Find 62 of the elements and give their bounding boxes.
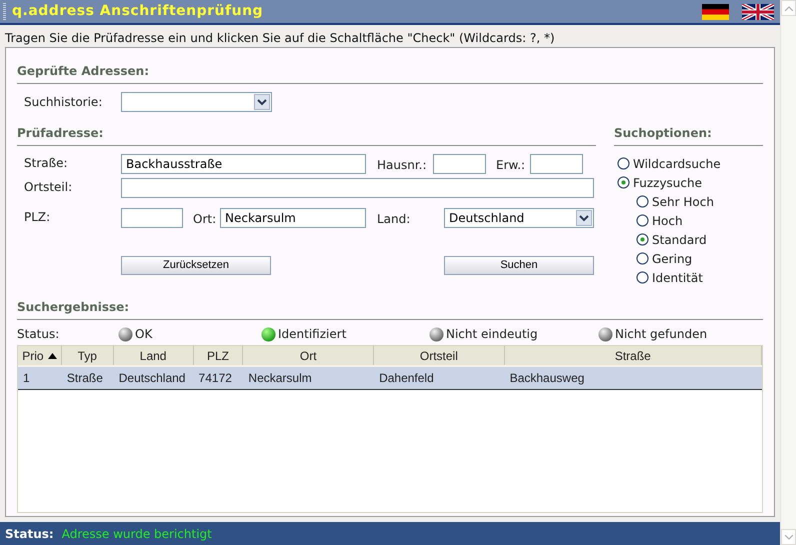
legend-label: Identifiziert: [278, 326, 346, 343]
field-label: PLZ:: [24, 209, 52, 226]
status-message: Adresse wurde berichtigt: [62, 526, 212, 542]
radio-label: Sehr Hoch: [652, 194, 714, 210]
field-label: Suchhistorie:: [24, 94, 104, 111]
column-header[interactable]: Ortsteil: [374, 346, 505, 365]
window-title: q.address Anschriftenprüfung: [12, 2, 264, 21]
postcode-field[interactable]: [121, 208, 183, 228]
column-header[interactable]: Straße: [504, 346, 762, 365]
table-row[interactable]: 1 Straße Deutschland 74172 Neckarsulm Dahenfeld Backhausweg: [18, 367, 762, 390]
instructions-text: Tragen Sie die Prüfadresse ein und klicken Sie auf die Schaltfläche "Check" (Wildcards: ?, *): [4, 30, 556, 47]
section-heading: Geprüfte Adressen:: [17, 64, 150, 78]
grip-icon: [3, 3, 6, 20]
street-field[interactable]: Backhausstraße: [121, 154, 366, 174]
field-label: Straße:: [24, 155, 69, 172]
column-header[interactable]: Typ: [62, 346, 114, 365]
german-flag-icon[interactable]: [702, 4, 729, 20]
action-button[interactable]: Zurücksetzen: [121, 256, 271, 275]
radio-button[interactable]: [636, 252, 649, 265]
district-field[interactable]: [121, 178, 594, 198]
extension-field[interactable]: [530, 154, 583, 174]
table-cell-text: 74172: [198, 370, 233, 387]
legend-label: Nicht eindeutig: [446, 326, 538, 343]
country-dropdown[interactable]: Deutschland: [444, 208, 594, 228]
radio-button[interactable]: [617, 176, 630, 189]
table-cell-text: Backhausweg: [508, 370, 586, 387]
table-cell-text: Neckarsulm: [247, 370, 313, 387]
radio-button[interactable]: [617, 157, 630, 170]
field-label: Ort:: [192, 211, 218, 228]
field-label: Ortsteil:: [24, 179, 74, 196]
city-field[interactable]: Neckarsulm: [220, 208, 366, 228]
legend-label: Nicht gefunden: [615, 326, 708, 343]
status-bar-label: Status:: [5, 526, 54, 542]
radio-label: Hoch: [652, 212, 683, 230]
table-cell-text: Deutschland: [118, 370, 186, 387]
radio-button[interactable]: [636, 271, 649, 284]
column-header[interactable]: Ort: [243, 346, 374, 365]
radio-label: Fuzzysuche: [633, 174, 702, 192]
radio-label: Gering: [652, 250, 692, 268]
section-heading: Prüfadresse:: [17, 126, 104, 140]
section-heading: Suchoptionen:: [614, 126, 712, 140]
column-header[interactable]: PLZ: [194, 346, 244, 365]
radio-label: Wildcardsuche: [633, 156, 721, 172]
column-header[interactable]: Land: [114, 346, 194, 365]
legend-label: OK: [135, 326, 152, 343]
status-label: Status:: [17, 326, 60, 343]
action-button[interactable]: Suchen: [444, 256, 594, 275]
radio-label: Identität: [652, 270, 703, 286]
column-header[interactable]: Prio: [18, 346, 62, 365]
radio-button[interactable]: [636, 233, 649, 246]
british-flag-icon[interactable]: [742, 4, 774, 20]
table-cell-text: Dahenfeld: [378, 370, 435, 387]
section-heading: Suchergebnisse:: [17, 300, 130, 314]
house-number-field[interactable]: [433, 154, 486, 174]
radio-button[interactable]: [636, 214, 649, 227]
field-label: Erw.:: [495, 157, 526, 174]
radio-label: Standard: [652, 232, 707, 248]
field-label: Land:: [376, 211, 412, 228]
radio-button[interactable]: [636, 195, 649, 208]
table-cell-text: 1: [22, 370, 31, 387]
table-cell-text: Straße: [66, 370, 104, 387]
field-label: Hausnr.:: [376, 157, 428, 174]
